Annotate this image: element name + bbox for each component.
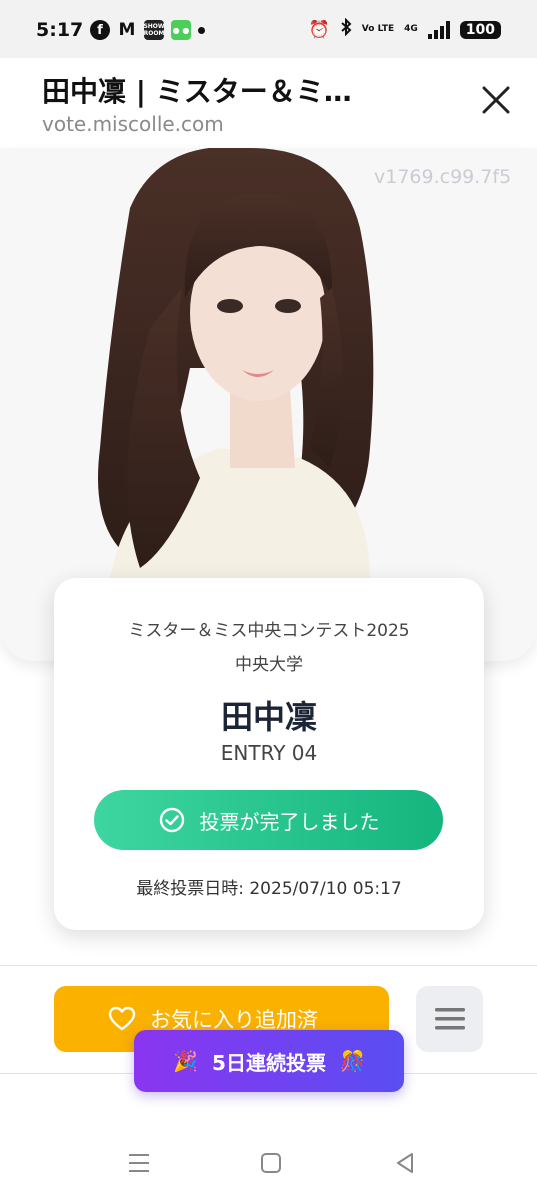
back-button[interactable] xyxy=(390,1148,420,1178)
status-bar: 5:17 f M SHOW ROOM ● ● ⏰ Vo LTE 4G 100 xyxy=(0,0,537,58)
close-icon xyxy=(482,86,510,114)
hamburger-icon xyxy=(434,1008,465,1030)
network-type-icon: 4G xyxy=(404,24,418,34)
status-time: 5:17 xyxy=(36,19,84,41)
confetti-ball-icon: 🎊 xyxy=(339,1049,365,1073)
vote-complete-label: 投票が完了しました xyxy=(199,809,380,834)
candidate-photo xyxy=(70,148,410,578)
facebook-icon: f xyxy=(90,20,110,40)
university-name: 中央大学 xyxy=(235,655,303,675)
entry-number: ENTRY 04 xyxy=(220,741,318,765)
check-circle-icon xyxy=(159,807,184,833)
page-title: 田中凜 | ミスター＆ミ… xyxy=(42,75,352,108)
gmail-icon: M xyxy=(118,20,136,40)
menu-button[interactable] xyxy=(416,986,483,1052)
home-button[interactable] xyxy=(256,1148,286,1178)
party-popper-icon: 🎉 xyxy=(173,1049,199,1073)
system-icons: ⏰ Vo LTE 4G 100 xyxy=(308,17,501,41)
bluetooth-icon xyxy=(340,17,352,41)
streak-label: 5日連続投票 xyxy=(212,1050,326,1075)
volte-icon: Vo LTE xyxy=(361,24,395,34)
candidate-name: 田中凜 xyxy=(220,698,317,736)
home-icon xyxy=(261,1153,281,1173)
streak-banner: 🎉 5日連続投票 🎊 xyxy=(134,1030,404,1092)
back-icon xyxy=(397,1153,413,1173)
last-vote-time: 最終投票日時: 2025/07/10 05:17 xyxy=(136,879,402,899)
entry-card: ミスター＆ミス中央コンテスト2025 中央大学 田中凜 ENTRY 04 投票が… xyxy=(54,578,484,930)
notification-icons: f M SHOW ROOM ● ● xyxy=(90,20,205,40)
line-app-icon: ● ● xyxy=(171,20,191,40)
alarm-icon: ⏰ xyxy=(308,19,330,40)
browser-header: 田中凜 | ミスター＆ミ… vote.miscolle.com xyxy=(0,58,537,148)
showroom-app-icon: SHOW ROOM xyxy=(143,20,165,40)
page-url[interactable]: vote.miscolle.com xyxy=(42,112,224,136)
vote-complete-button[interactable]: 投票が完了しました xyxy=(94,790,443,850)
contest-name: ミスター＆ミス中央コンテスト2025 xyxy=(128,621,410,641)
signal-icon xyxy=(427,20,450,39)
close-button[interactable] xyxy=(478,82,514,118)
heart-icon xyxy=(108,1006,136,1031)
recent-apps-button[interactable] xyxy=(124,1148,154,1178)
battery-icon: 100 xyxy=(459,20,501,39)
system-nav-bar xyxy=(0,1120,537,1199)
divider xyxy=(0,965,537,966)
watermark-top: v1769.c99.7f5 xyxy=(374,166,512,188)
recent-apps-icon xyxy=(129,1154,149,1172)
more-notifications-dot xyxy=(198,26,205,34)
screen: 5:17 f M SHOW ROOM ● ● ⏰ Vo LTE 4G 100 田… xyxy=(0,0,537,1199)
